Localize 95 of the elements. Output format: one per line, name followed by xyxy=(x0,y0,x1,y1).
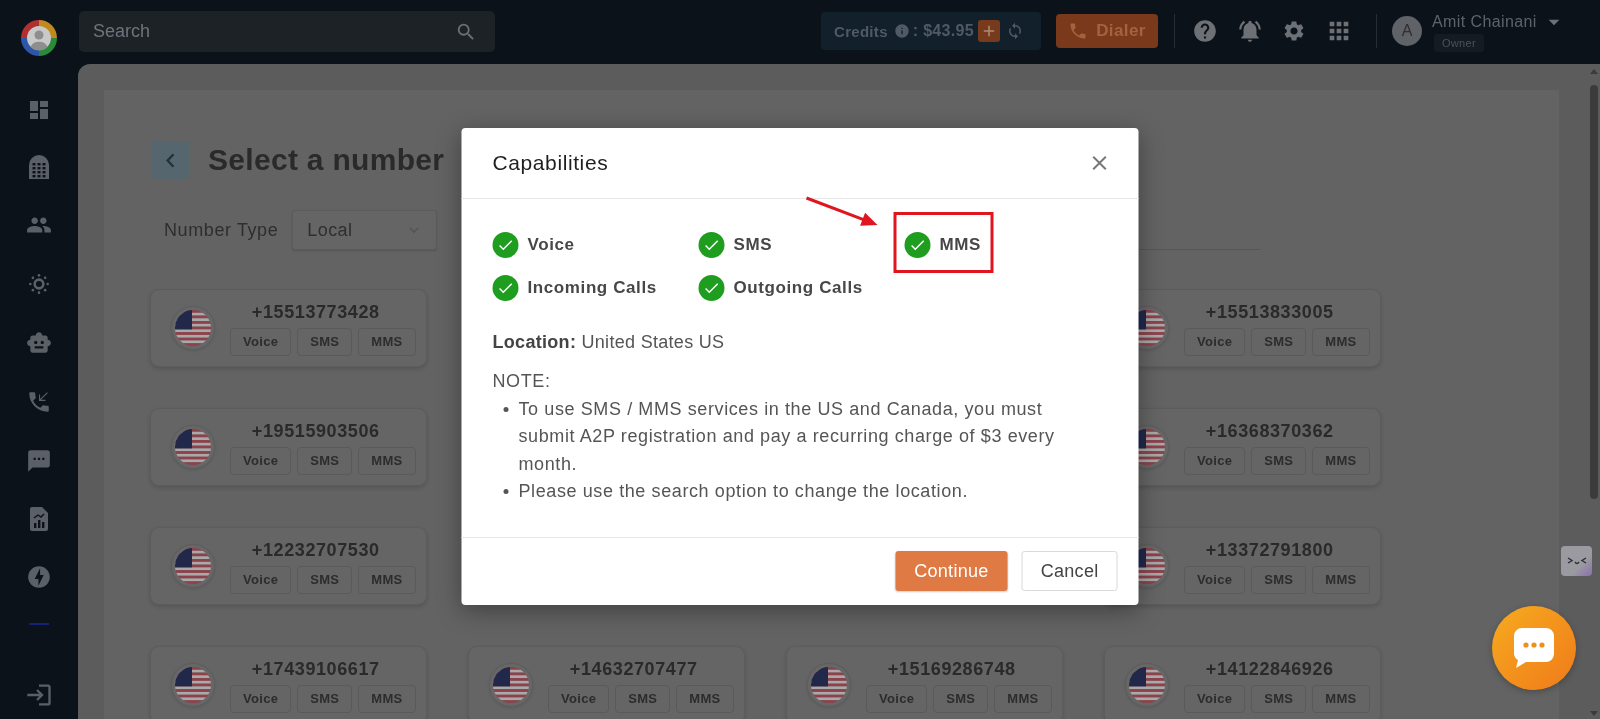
dashboard-icon[interactable] xyxy=(27,98,51,122)
chevron-left-icon xyxy=(165,152,175,168)
phone-number: +17439106617 xyxy=(251,657,380,680)
caret-down-icon[interactable] xyxy=(1589,711,1598,716)
capability-tag: MMS xyxy=(994,684,1052,713)
flag-icon xyxy=(171,425,215,469)
capability-tag: SMS xyxy=(297,565,353,594)
face-widget-icon[interactable] xyxy=(1561,546,1592,576)
chat-icon[interactable] xyxy=(26,448,52,474)
robot-icon[interactable] xyxy=(26,330,52,356)
keypad-icon[interactable] xyxy=(29,155,49,179)
number-card[interactable]: +14632707477 Voice SMS MMS xyxy=(468,646,745,719)
capability-tag: MMS xyxy=(358,327,416,356)
phone-number: +14632707477 xyxy=(569,657,698,680)
capability-tag: SMS xyxy=(1251,327,1307,356)
capability-tag: Voice xyxy=(230,565,292,594)
capability-label: Incoming Calls xyxy=(527,278,657,298)
capability-tag: MMS xyxy=(358,565,416,594)
capability-tag: SMS xyxy=(615,684,671,713)
phone-number: +13372791800 xyxy=(1205,538,1334,561)
capability-tag: Voice xyxy=(1184,446,1246,475)
note-text: Please use the search option to change the location. xyxy=(518,480,969,503)
capability-tag: Voice xyxy=(1184,565,1246,594)
number-card[interactable]: +19515903506 Voice SMS MMS xyxy=(150,408,427,486)
capability-tag: Voice xyxy=(230,327,292,356)
capability-tag: Voice xyxy=(1184,327,1246,356)
capability-tag: Voice xyxy=(230,446,292,475)
phone-number: +16368370362 xyxy=(1205,419,1334,442)
capability-tag: SMS xyxy=(297,446,353,475)
flag-icon xyxy=(807,663,851,707)
bolt-icon[interactable] xyxy=(26,564,52,590)
capability-tag: MMS xyxy=(358,446,416,475)
number-card[interactable]: +14122846926 Voice SMS MMS xyxy=(1104,646,1381,719)
note-heading: NOTE: xyxy=(492,370,552,393)
phone-icon xyxy=(1068,21,1089,41)
phone-number: +14122846926 xyxy=(1205,657,1334,680)
phone-number: +15513773428 xyxy=(251,300,380,323)
number-card[interactable]: +15513773428 Voice SMS MMS xyxy=(150,289,427,367)
help-icon[interactable] xyxy=(1192,18,1218,44)
flag-icon xyxy=(171,663,215,707)
phone-number: +19515903506 xyxy=(251,419,380,442)
scrollbar-thumb[interactable] xyxy=(1589,85,1598,499)
caret-up-icon[interactable] xyxy=(1589,69,1598,74)
capability-tag: Voice xyxy=(866,684,928,713)
capability-tag: SMS xyxy=(297,327,353,356)
phone-number: +12232707530 xyxy=(251,538,380,561)
capability-label: SMS xyxy=(733,235,773,255)
capability-tag: MMS xyxy=(1312,684,1370,713)
add-credits-button[interactable] xyxy=(977,20,1000,42)
capability-tag: MMS xyxy=(1312,327,1370,356)
report-icon[interactable] xyxy=(30,507,48,531)
flag-icon xyxy=(1125,663,1169,707)
cancel-button[interactable]: Cancel xyxy=(1021,551,1118,591)
capability-tag: MMS xyxy=(1312,446,1370,475)
phone-number: +15513833005 xyxy=(1205,300,1334,323)
settings-icon[interactable] xyxy=(1282,19,1306,43)
capability-label: MMS xyxy=(939,235,981,255)
credits-label: Credits xyxy=(834,22,888,40)
phone-number: +15169286748 xyxy=(887,657,1016,680)
capability-tag: MMS xyxy=(676,684,734,713)
flag-icon xyxy=(171,544,215,588)
flag-icon xyxy=(489,663,533,707)
info-icon[interactable] xyxy=(893,23,910,39)
capability-tag: SMS xyxy=(297,684,353,713)
note-text: To use SMS / MMS services in the US and Canada, you must submit A2P registration and pay a recurring charge of $3 every month. xyxy=(518,397,1056,476)
bullet-icon xyxy=(503,489,509,494)
capability-label: Voice xyxy=(527,235,575,255)
back-button[interactable] xyxy=(151,141,189,179)
chat-bubble-icon xyxy=(1514,628,1554,668)
bullet-icon xyxy=(503,406,509,412)
user-name[interactable]: Amit Chainani xyxy=(1432,12,1537,31)
capability-tag: SMS xyxy=(1251,565,1307,594)
capability-label: Outgoing Calls xyxy=(733,278,863,298)
phone-icon[interactable] xyxy=(26,389,52,415)
capability-tag: SMS xyxy=(933,684,989,713)
sun-icon[interactable] xyxy=(26,271,52,297)
logo-icon[interactable] xyxy=(21,20,57,56)
dialog-title: Capabilities xyxy=(492,151,609,175)
search-field[interactable]: Search xyxy=(79,10,495,52)
continue-button[interactable]: Continue xyxy=(895,551,1008,591)
capability-tag: SMS xyxy=(1251,684,1307,713)
capability-tag: Voice xyxy=(230,684,292,713)
credits-amount: : $43.95 xyxy=(912,22,974,40)
number-card[interactable]: +15169286748 Voice SMS MMS xyxy=(786,646,1063,719)
capability-tag: Voice xyxy=(548,684,610,713)
number-card[interactable]: +17439106617 Voice SMS MMS xyxy=(150,646,427,719)
capability-tag: MMS xyxy=(358,684,416,713)
page-title: Select a number xyxy=(208,143,445,177)
number-card[interactable]: +12232707530 Voice SMS MMS xyxy=(150,527,427,605)
capability-tag: SMS xyxy=(1251,446,1307,475)
location-text: Location: United States US xyxy=(492,331,726,354)
capability-tag: MMS xyxy=(1312,565,1370,594)
flag-icon xyxy=(171,306,215,350)
bell-icon[interactable] xyxy=(1237,18,1263,44)
capability-tag: Voice xyxy=(1184,684,1246,713)
